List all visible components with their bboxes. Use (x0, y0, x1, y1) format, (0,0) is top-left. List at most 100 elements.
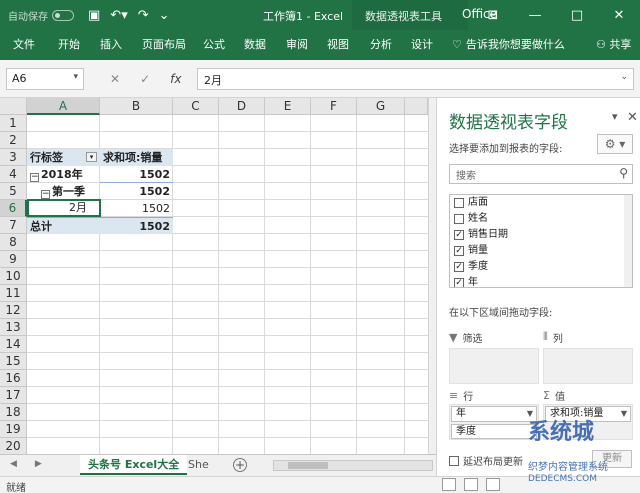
worksheet-grid[interactable]: A B C D E F G 1 2 3 4 5 6 7 8 9 10 11 12… (0, 98, 428, 455)
tab-insert[interactable]: 插入 (100, 36, 122, 52)
checkbox-unchecked[interactable] (454, 198, 464, 208)
row-header[interactable]: 16 (0, 370, 27, 387)
vertical-scrollbar[interactable] (428, 98, 436, 454)
row-header[interactable]: 1 (0, 115, 27, 132)
tab-view[interactable]: 视图 (327, 36, 349, 52)
tell-me-box[interactable]: ♡ 告诉我你想要做什么 (452, 36, 565, 52)
column-header-b[interactable]: B (100, 98, 173, 115)
sheet-tab-other[interactable]: She (180, 455, 217, 475)
checkbox-checked[interactable]: ✓ (454, 262, 464, 272)
column-header-e[interactable]: E (265, 98, 311, 115)
row-header[interactable]: 8 (0, 234, 27, 251)
field-item[interactable]: ✓ 销量 (450, 243, 632, 259)
close-button[interactable]: ✕ (598, 0, 640, 30)
columns-drop-zone[interactable] (543, 348, 633, 384)
select-all-corner[interactable] (0, 98, 27, 115)
customize-qat-icon[interactable]: ⌄ (159, 8, 170, 23)
filters-drop-zone[interactable] (449, 348, 539, 384)
pivot-row-labels-header[interactable]: 行标签 ▾ (27, 149, 100, 166)
column-header-g[interactable]: G (357, 98, 405, 115)
next-sheet-icon[interactable]: ▶ (35, 459, 42, 469)
autosave-toggle[interactable]: 自动保存 (8, 8, 74, 23)
enter-icon[interactable]: ✓ (140, 72, 150, 86)
share-button[interactable]: ⚇ 共享 (596, 36, 631, 52)
checkbox-checked[interactable]: ✓ (454, 246, 464, 256)
filter-dropdown-icon[interactable]: ▾ (86, 152, 97, 162)
tab-page-layout[interactable]: 页面布局 (142, 36, 186, 52)
row-header[interactable]: 11 (0, 285, 27, 302)
pivot-quarter-row[interactable]: − 第一季 (27, 183, 100, 200)
save-icon[interactable]: ▣ (88, 8, 100, 23)
cancel-icon[interactable]: ✕ (110, 72, 120, 86)
column-header-a[interactable]: A (27, 98, 100, 115)
tab-data[interactable]: 数据 (244, 36, 266, 52)
undo-icon[interactable]: ↶▾ (110, 8, 127, 23)
field-list-scrollbar[interactable] (624, 195, 632, 287)
row-header[interactable]: 10 (0, 268, 27, 285)
normal-view-icon[interactable] (442, 478, 456, 491)
ribbon-display-icon[interactable]: ⊟ (472, 0, 514, 30)
insert-function-icon[interactable]: fx (170, 72, 181, 86)
restore-button[interactable]: □ (556, 0, 598, 30)
field-search-input[interactable]: 搜索 ⚲ (449, 164, 633, 184)
row-header[interactable]: 17 (0, 387, 27, 404)
tab-file[interactable]: 文件 (13, 36, 35, 52)
tab-design[interactable]: 设计 (411, 36, 433, 52)
close-icon[interactable]: ✕ (627, 110, 638, 125)
toggle-switch[interactable] (52, 9, 74, 21)
column-header-c[interactable]: C (173, 98, 219, 115)
field-item[interactable]: ✓ 年 (450, 275, 632, 287)
checkbox-checked[interactable]: ✓ (454, 230, 464, 240)
sheet-tab-active[interactable]: 头条号 Excel大全 (80, 455, 188, 475)
pivot-grand-total-value[interactable]: 1502 (100, 217, 173, 234)
row-header[interactable]: 13 (0, 319, 27, 336)
field-item[interactable]: ✓ 销售日期 (450, 227, 632, 243)
pivot-quarter-value[interactable]: 1502 (100, 183, 173, 200)
minimize-button[interactable]: — (514, 0, 556, 30)
field-item[interactable]: 姓名 (450, 211, 632, 227)
pivot-value-header[interactable]: 求和项:销量 (100, 149, 173, 166)
row-header[interactable]: 12 (0, 302, 27, 319)
checkbox-unchecked[interactable] (449, 455, 459, 466)
row-header[interactable]: 20 (0, 438, 27, 455)
collapse-icon[interactable]: − (41, 190, 50, 199)
row-header[interactable]: 4 (0, 166, 27, 183)
row-header[interactable]: 5 (0, 183, 27, 200)
row-header[interactable]: 9 (0, 251, 27, 268)
prev-sheet-icon[interactable]: ◀ (10, 459, 17, 469)
scroll-thumb[interactable] (288, 462, 328, 469)
redo-icon[interactable]: ↷ (138, 8, 149, 23)
formula-input[interactable]: 2月 ⌄ (197, 68, 634, 90)
row-header[interactable]: 14 (0, 336, 27, 353)
expand-formula-icon[interactable]: ⌄ (620, 72, 628, 82)
row-header[interactable]: 19 (0, 421, 27, 438)
row-header[interactable]: 2 (0, 132, 27, 149)
field-item[interactable]: ✓ 季度 (450, 259, 632, 275)
row-header[interactable]: 3 (0, 149, 27, 166)
row-header[interactable]: 7 (0, 217, 27, 234)
row-header[interactable]: 6 (0, 200, 27, 217)
column-header-d[interactable]: D (219, 98, 265, 115)
collapse-icon[interactable]: − (30, 173, 39, 182)
row-header[interactable]: 18 (0, 404, 27, 421)
field-item[interactable]: 店面 (450, 195, 632, 211)
tab-home[interactable]: 开始 (58, 36, 80, 52)
pivot-month-value[interactable]: 1502 (100, 200, 173, 217)
page-layout-view-icon[interactable] (464, 478, 478, 491)
pivot-year-row[interactable]: −2018年 (27, 166, 100, 183)
tab-review[interactable]: 审阅 (286, 36, 308, 52)
add-sheet-button[interactable]: + (233, 458, 247, 472)
selected-cell-a6[interactable]: 2月 (27, 199, 101, 217)
checkbox-checked[interactable]: ✓ (454, 278, 464, 287)
horizontal-scrollbar[interactable] (273, 460, 433, 471)
column-header-h[interactable] (405, 98, 428, 115)
panel-options-icon[interactable]: ▾ (612, 110, 618, 123)
column-header-f[interactable]: F (311, 98, 357, 115)
row-header[interactable]: 15 (0, 353, 27, 370)
tab-analyze[interactable]: 分析 (370, 36, 392, 52)
checkbox-unchecked[interactable] (454, 214, 464, 224)
name-box[interactable]: A6 ▾ (6, 68, 84, 90)
tab-formulas[interactable]: 公式 (203, 36, 225, 52)
gear-icon[interactable]: ⚙ ▾ (597, 134, 633, 154)
pivot-year-value[interactable]: 1502 (100, 166, 173, 183)
